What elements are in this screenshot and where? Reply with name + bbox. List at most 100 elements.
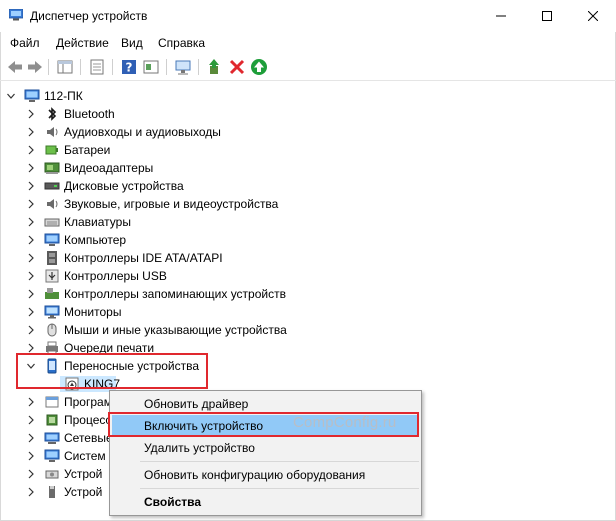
speaker-icon bbox=[47, 127, 58, 137]
tree-category-label: Устрой bbox=[64, 485, 103, 499]
window-title: Диспетчер устройств bbox=[30, 9, 148, 23]
chevron-right-icon[interactable] bbox=[27, 433, 35, 443]
tree-category-label: Клавиатуры bbox=[64, 215, 131, 229]
close-button[interactable] bbox=[570, 0, 616, 32]
scan-hardware-icon[interactable] bbox=[174, 58, 192, 76]
ide-controller-icon bbox=[47, 251, 57, 265]
disk-drive-icon bbox=[44, 182, 60, 190]
menu-separator bbox=[140, 461, 419, 462]
chevron-right-icon[interactable] bbox=[27, 469, 35, 479]
menu-bar: Файл Действие Вид Справка bbox=[0, 33, 616, 53]
tree-category-label: Дисковые устройства bbox=[64, 179, 184, 193]
tree-root[interactable]: 112-ПК bbox=[0, 87, 616, 105]
toolbar-separator bbox=[112, 59, 113, 75]
network-icon bbox=[44, 432, 60, 444]
tree-category-label: Сетевые bbox=[64, 431, 113, 445]
tree-category[interactable]: Видеоадаптеры bbox=[0, 159, 616, 177]
menu-uninstall-device[interactable]: Удалить устройство bbox=[112, 437, 419, 459]
tree-category[interactable]: Контроллеры запоминающих устройств bbox=[0, 285, 616, 303]
chevron-down-icon[interactable] bbox=[7, 91, 15, 101]
tree-category-label: Видеоадаптеры bbox=[64, 161, 154, 175]
chevron-right-icon[interactable] bbox=[27, 343, 35, 353]
chevron-right-icon[interactable] bbox=[27, 289, 35, 299]
bluetooth-icon bbox=[48, 107, 57, 121]
tree-category-label: Компьютер bbox=[64, 233, 127, 247]
tree-root-label: 112-ПК bbox=[44, 89, 83, 103]
svg-text:?: ? bbox=[126, 61, 133, 75]
tree-category[interactable]: Батареи bbox=[0, 141, 616, 159]
maximize-icon bbox=[542, 11, 552, 21]
menu-properties-label: Свойства bbox=[144, 495, 202, 509]
chevron-right-icon[interactable] bbox=[27, 307, 35, 317]
device-manager-icon bbox=[9, 9, 23, 21]
tree-category[interactable]: Bluetooth bbox=[0, 105, 616, 123]
chevron-right-icon[interactable] bbox=[27, 487, 35, 497]
properties-sheet-icon[interactable] bbox=[88, 58, 106, 76]
action-pane-icon[interactable] bbox=[142, 58, 160, 76]
minimize-button[interactable] bbox=[478, 0, 524, 32]
menu-help[interactable]: Справка bbox=[158, 36, 205, 50]
storage-controller-icon bbox=[45, 288, 59, 299]
chevron-right-icon[interactable] bbox=[27, 127, 35, 137]
tree-category-label: Процесс bbox=[64, 413, 112, 427]
tree-category-label: Аудиовходы и аудиовыходы bbox=[64, 125, 221, 139]
tree-category-label: Контроллеры IDE ATA/ATAPI bbox=[64, 251, 223, 265]
tree-category[interactable]: Дисковые устройства bbox=[0, 177, 616, 195]
tree-category[interactable]: Мониторы bbox=[0, 303, 616, 321]
menu-scan-hardware-label: Обновить конфигурацию оборудования bbox=[144, 468, 366, 482]
enable-device-icon[interactable] bbox=[250, 58, 268, 76]
hid-icon bbox=[45, 470, 59, 479]
chevron-right-icon[interactable] bbox=[27, 235, 35, 245]
context-menu: Обновить драйвер Включить устройство Уда… bbox=[109, 390, 422, 516]
close-icon bbox=[588, 11, 598, 21]
keyboard-icon bbox=[44, 218, 60, 227]
tree-category[interactable]: Мыши и иные указывающие устройства bbox=[0, 321, 616, 339]
back-arrow-icon[interactable] bbox=[6, 58, 24, 76]
forward-arrow-icon[interactable] bbox=[26, 58, 44, 76]
chevron-right-icon[interactable] bbox=[27, 451, 35, 461]
tree-category-label: Звуковые, игровые и видеоустройства bbox=[64, 197, 279, 211]
tree-category[interactable]: Клавиатуры bbox=[0, 213, 616, 231]
tree-category[interactable]: Аудиовходы и аудиовыходы bbox=[0, 123, 616, 141]
tree-category-label: Устрой bbox=[64, 467, 103, 481]
toolbar-separator bbox=[198, 59, 199, 75]
chevron-right-icon[interactable] bbox=[27, 325, 35, 335]
toolbar: ? bbox=[0, 54, 616, 81]
chevron-right-icon[interactable] bbox=[27, 199, 35, 209]
display-adapter-icon bbox=[44, 162, 60, 174]
tree-category[interactable]: Звуковые, игровые и видеоустройства bbox=[0, 195, 616, 213]
chevron-right-icon[interactable] bbox=[27, 163, 35, 173]
menu-action[interactable]: Действие bbox=[56, 36, 109, 50]
show-hide-tree-icon[interactable] bbox=[56, 58, 74, 76]
minimize-icon bbox=[496, 15, 506, 17]
menu-file[interactable]: Файл bbox=[10, 36, 40, 50]
tree-category[interactable]: Контроллеры USB bbox=[0, 267, 616, 285]
computer-icon bbox=[24, 89, 40, 102]
tree-category[interactable]: Контроллеры IDE ATA/ATAPI bbox=[0, 249, 616, 267]
menu-view[interactable]: Вид bbox=[121, 36, 143, 50]
tree-category-label: Програм bbox=[64, 395, 112, 409]
portable-devices-highlight-box bbox=[16, 353, 208, 389]
menu-scan-hardware[interactable]: Обновить конфигурацию оборудования bbox=[112, 464, 419, 486]
chevron-right-icon[interactable] bbox=[27, 181, 35, 191]
chevron-right-icon[interactable] bbox=[27, 253, 35, 263]
tree-category-label: Батареи bbox=[64, 143, 111, 157]
chevron-right-icon[interactable] bbox=[27, 217, 35, 227]
chevron-right-icon[interactable] bbox=[27, 145, 35, 155]
tree-category[interactable]: Компьютер bbox=[0, 231, 616, 249]
tree-category-label: Контроллеры USB bbox=[64, 269, 167, 283]
chevron-right-icon[interactable] bbox=[27, 415, 35, 425]
chevron-right-icon[interactable] bbox=[27, 271, 35, 281]
chevron-right-icon[interactable] bbox=[27, 397, 35, 407]
processor-icon bbox=[46, 414, 58, 426]
menu-uninstall-device-label: Удалить устройство bbox=[144, 441, 255, 455]
update-driver-icon[interactable] bbox=[206, 58, 224, 76]
usb-device-icon bbox=[49, 486, 55, 498]
help-icon[interactable]: ? bbox=[120, 58, 138, 76]
uninstall-x-icon[interactable] bbox=[228, 58, 246, 76]
maximize-button[interactable] bbox=[524, 0, 570, 32]
watermark: CompConfig.ru bbox=[293, 414, 397, 431]
monitor-icon bbox=[44, 305, 60, 319]
menu-properties[interactable]: Свойства bbox=[112, 491, 419, 513]
chevron-right-icon[interactable] bbox=[27, 109, 35, 119]
